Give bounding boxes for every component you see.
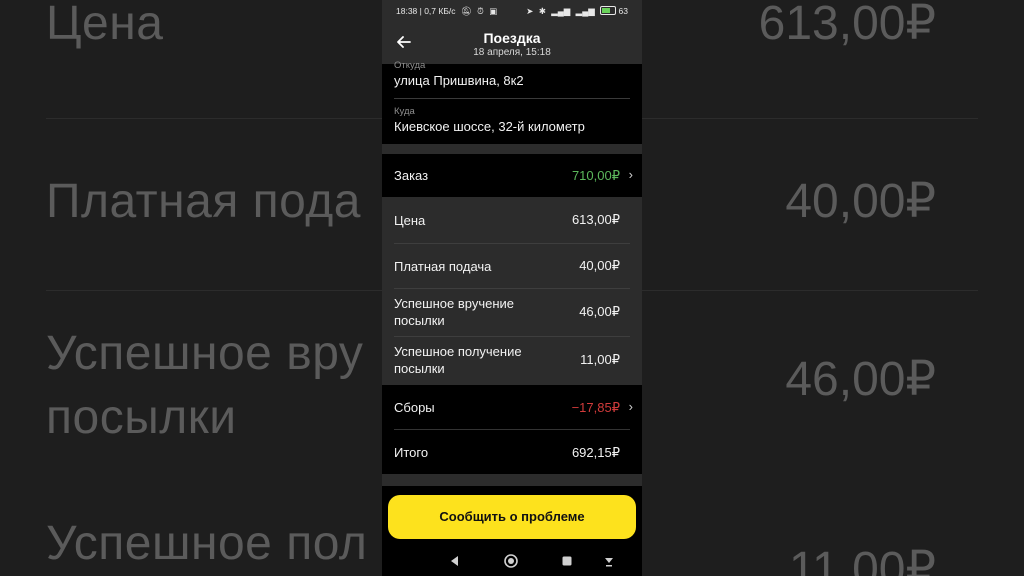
breakdown-value: 613,00₽ xyxy=(571,212,620,227)
battery-level: 63 xyxy=(618,6,628,16)
breakdown-value: 11,00₽ xyxy=(580,352,620,367)
status-bar: 18:38 | 0,7 КБ/с 🔕︎ ⏰︎ ▣ ➤ ✱ ▂▄▆ ▂▄▆ 63 xyxy=(382,0,642,22)
cta-area: Сообщить о проблеме xyxy=(382,486,642,546)
nav-home-icon[interactable] xyxy=(502,552,520,570)
to-label: Куда xyxy=(394,106,415,117)
alarm-icon: ⏰︎ xyxy=(477,6,484,16)
nav-recents-icon[interactable] xyxy=(558,552,576,570)
bg-label: Цена xyxy=(46,0,164,50)
trip-header: Поездка 18 апреля, 15:18 xyxy=(382,22,642,64)
nav-hide-keyboard-icon[interactable] xyxy=(600,552,618,570)
chevron-right-icon[interactable]: › xyxy=(629,167,633,182)
route-from: Откуда улица Пришвина, 8к2 xyxy=(394,60,630,88)
section-gap xyxy=(382,474,642,486)
signal-2-icon: ▂▄▆ xyxy=(575,6,595,16)
breakdown-label: Успешное вручение посылки xyxy=(394,296,515,328)
section-gap xyxy=(382,144,642,154)
order-value: 710,00₽ xyxy=(571,168,620,183)
breakdown-row: Успешное вручение посылки 46,00₽ xyxy=(382,289,642,336)
breakdown-row: Цена 613,00₽ xyxy=(382,197,642,243)
gallery-icon: ▣ xyxy=(489,6,498,16)
to-address: Киевское шоссе, 32-й километр xyxy=(394,119,585,134)
order-row[interactable]: Заказ 710,00₽ › xyxy=(382,154,642,197)
breakdown-value: 46,00₽ xyxy=(579,304,620,319)
bg-label: Успешное пол xyxy=(46,517,368,570)
price-breakdown: Цена 613,00₽ Платная подача 40,00₽ Успеш… xyxy=(382,197,642,385)
breakdown-label: Успешное получение посылки xyxy=(394,344,522,376)
nav-back-icon[interactable] xyxy=(446,552,464,570)
location-icon: ➤ xyxy=(526,6,534,16)
status-time-speed: 18:38 | 0,7 КБ/с xyxy=(396,6,456,16)
bg-value: 11,00₽ xyxy=(788,543,936,576)
fees-row[interactable]: Сборы −17,85₽ › xyxy=(382,385,642,429)
phone-screen: 18:38 | 0,7 КБ/с 🔕︎ ⏰︎ ▣ ➤ ✱ ▂▄▆ ▂▄▆ 63 … xyxy=(382,0,642,576)
breakdown-row: Платная подача 40,00₽ xyxy=(382,244,642,288)
bg-value: 613,00₽ xyxy=(758,0,936,50)
fees-value: −17,85₽ xyxy=(571,400,620,415)
system-nav-bar xyxy=(382,546,642,576)
fees-label: Сборы xyxy=(394,400,435,415)
bg-value: 40,00₽ xyxy=(785,175,936,228)
bluetooth-icon: ✱ xyxy=(538,6,546,16)
route-to: Куда Киевское шоссе, 32-й километр xyxy=(394,106,630,134)
route-divider xyxy=(394,98,630,99)
report-problem-button[interactable]: Сообщить о проблеме xyxy=(388,495,636,539)
mute-icon: 🔕︎ xyxy=(460,6,472,16)
bg-label: Платная пода xyxy=(46,175,361,228)
breakdown-label: Платная подача xyxy=(394,259,492,274)
signal-icon: ▂▄▆ xyxy=(551,6,571,16)
order-label: Заказ xyxy=(394,168,429,183)
total-label: Итого xyxy=(394,445,429,460)
bg-label: Успешное вру xyxy=(46,327,364,380)
chevron-right-icon[interactable]: › xyxy=(629,399,633,414)
status-right: ➤ ✱ ▂▄▆ ▂▄▆ 63 xyxy=(523,6,628,17)
from-address: улица Пришвина, 8к2 xyxy=(394,73,524,88)
from-label: Откуда xyxy=(394,60,426,71)
page-title: Поездка xyxy=(483,30,541,46)
total-row: Итого 692,15₽ xyxy=(382,430,642,474)
breakdown-value: 40,00₽ xyxy=(579,258,620,273)
breakdown-row: Успешное получение посылки 11,00₽ xyxy=(382,337,642,385)
status-left: 18:38 | 0,7 КБ/с 🔕︎ ⏰︎ ▣ xyxy=(396,6,497,17)
trip-date: 18 апреля, 15:18 xyxy=(473,47,551,58)
bg-label-2: посылки xyxy=(46,391,237,444)
total-value: 692,15₽ xyxy=(571,445,620,460)
battery-icon xyxy=(600,6,617,15)
bg-value: 46,00₽ xyxy=(785,353,936,406)
route-section: Откуда улица Пришвина, 8к2 Куда Киевское… xyxy=(382,60,642,144)
breakdown-label: Цена xyxy=(394,213,426,228)
